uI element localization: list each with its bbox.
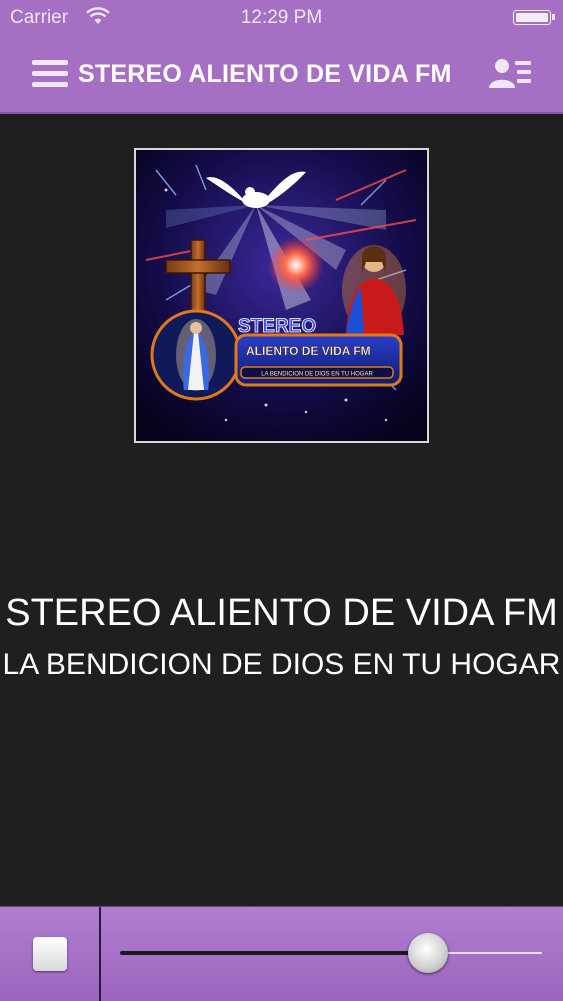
logo-title: STEREO — [238, 316, 316, 337]
menu-icon[interactable] — [32, 60, 68, 87]
divider — [99, 907, 101, 1001]
logo-subtitle: ALIENTO DE VIDA FM — [246, 344, 371, 358]
station-name: STEREO ALIENTO DE VIDA FM — [5, 592, 558, 634]
station-logo-artwork: STEREO ALIENTO DE VIDA FM LA BENDICION D… — [134, 148, 429, 443]
battery-icon — [513, 10, 555, 25]
clock: 12:29 PM — [240, 7, 323, 28]
status-bar: Carrier 12:29 PM — [0, 0, 563, 36]
page-title: STEREO ALIENTO DE VIDA FM — [78, 60, 452, 88]
station-slogan: LA BENDICION DE DIOS EN TU HOGAR — [2, 648, 561, 681]
volume-slider-thumb[interactable] — [408, 933, 448, 973]
logo-tagline: LA BENDICION DE DIOS EN TU HOGAR — [261, 372, 373, 378]
volume-slider[interactable] — [120, 951, 542, 955]
player-controls — [0, 906, 563, 1001]
nav-bar: STEREO ALIENTO DE VIDA FM — [0, 36, 563, 114]
stop-button[interactable] — [33, 937, 67, 971]
contact-list-icon[interactable] — [488, 56, 534, 92]
